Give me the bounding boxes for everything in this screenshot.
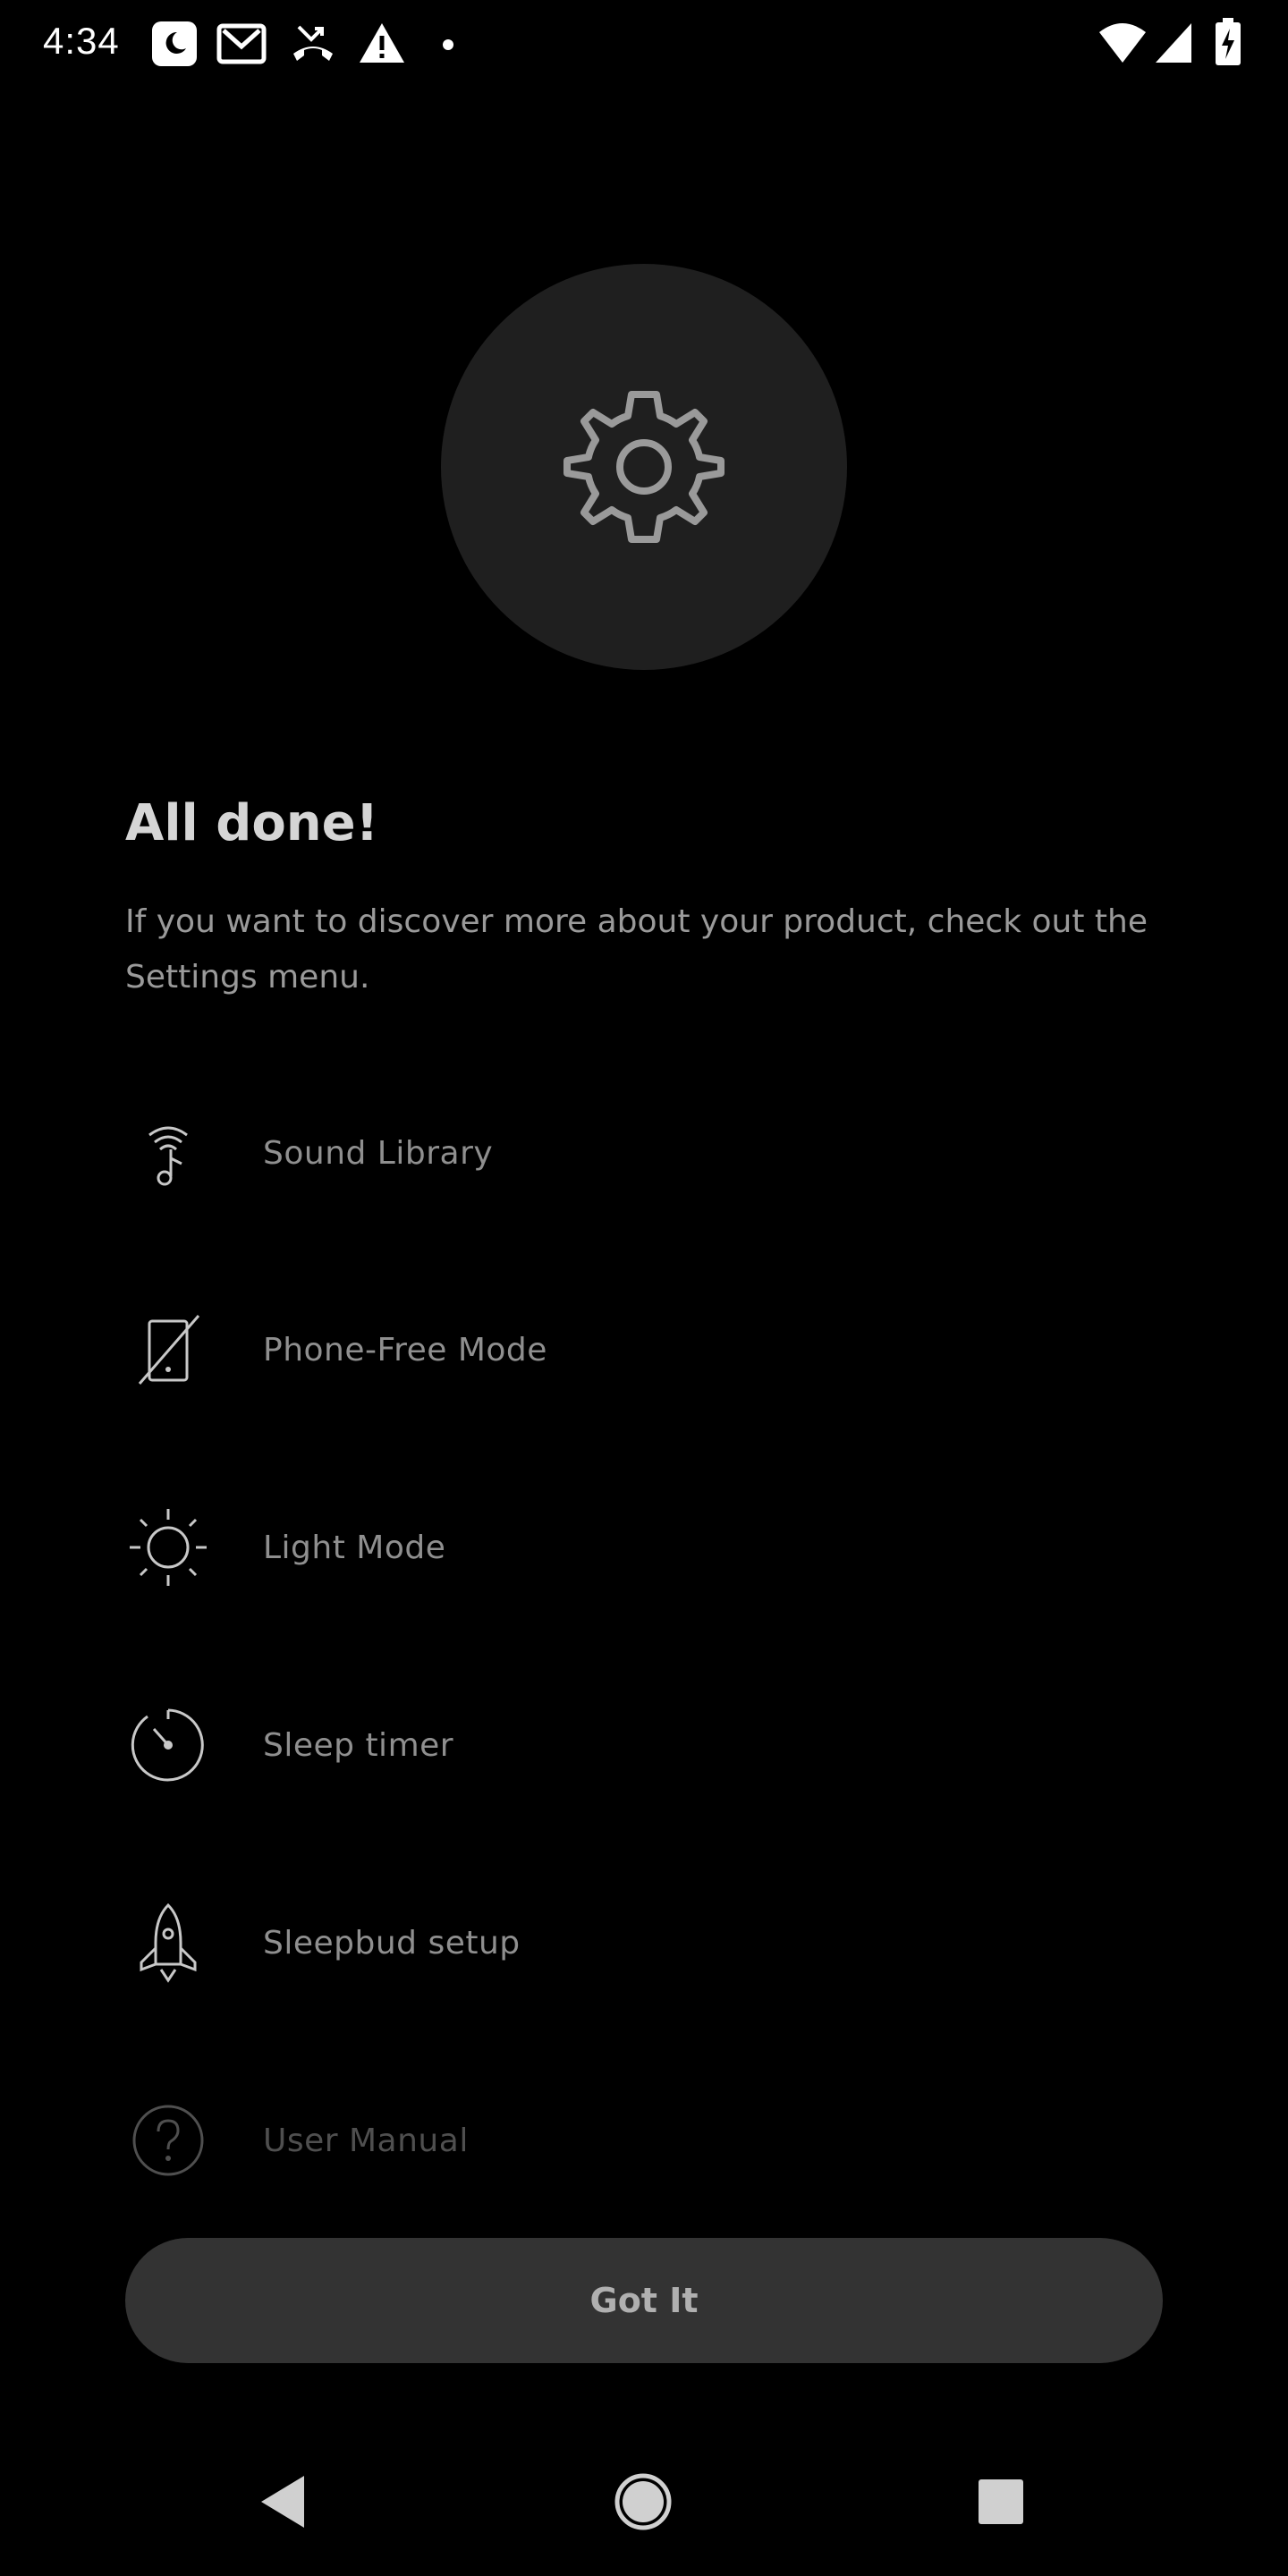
help-circle-icon bbox=[125, 2097, 211, 2183]
status-bar: 4:34 bbox=[0, 0, 1288, 86]
menu-label-light-mode: Light Mode bbox=[263, 1529, 446, 1566]
missed-call-icon bbox=[288, 20, 338, 72]
menu-item-light-mode[interactable]: Light Mode bbox=[125, 1480, 1163, 1614]
recents-icon[interactable] bbox=[977, 2478, 1025, 2529]
page-title: All done! bbox=[125, 794, 379, 852]
home-icon[interactable] bbox=[614, 2472, 673, 2535]
warning-icon bbox=[358, 20, 406, 72]
menu-item-sound-library[interactable]: Sound Library bbox=[125, 1086, 1163, 1220]
menu-item-sleepbud-setup[interactable]: Sleepbud setup bbox=[125, 1876, 1163, 2010]
gmail-icon bbox=[216, 20, 267, 72]
phone-free-icon bbox=[125, 1307, 211, 1393]
rocket-icon bbox=[125, 1900, 211, 1986]
menu-label-sleep-timer: Sleep timer bbox=[263, 1726, 454, 1764]
wifi-icon bbox=[1098, 21, 1147, 68]
menu-label-user-manual: User Manual bbox=[263, 2122, 469, 2159]
menu-label-sound-library: Sound Library bbox=[263, 1134, 494, 1172]
gear-icon bbox=[564, 391, 724, 543]
do-not-disturb-icon bbox=[150, 20, 199, 72]
menu-item-sleep-timer[interactable]: Sleep timer bbox=[125, 1678, 1163, 1812]
got-it-button[interactable]: Got It bbox=[125, 2238, 1163, 2363]
settings-hero bbox=[441, 264, 847, 670]
back-icon[interactable] bbox=[258, 2474, 308, 2533]
cell-signal-icon bbox=[1154, 21, 1193, 68]
status-time: 4:34 bbox=[43, 20, 120, 62]
dot-icon bbox=[442, 38, 454, 55]
timer-icon bbox=[125, 1702, 211, 1788]
sun-icon bbox=[125, 1504, 211, 1590]
battery-charging-icon bbox=[1215, 18, 1241, 70]
menu-label-sleepbud-setup: Sleepbud setup bbox=[263, 1924, 521, 1962]
menu-item-user-manual[interactable]: User Manual bbox=[125, 2073, 1163, 2207]
system-nav-bar bbox=[0, 2433, 1288, 2576]
sound-library-icon bbox=[125, 1110, 211, 1196]
menu-label-phone-free-mode: Phone-Free Mode bbox=[263, 1331, 547, 1368]
menu-item-phone-free-mode[interactable]: Phone-Free Mode bbox=[125, 1283, 1163, 1417]
page-subtitle: If you want to discover more about your … bbox=[125, 903, 1148, 996]
